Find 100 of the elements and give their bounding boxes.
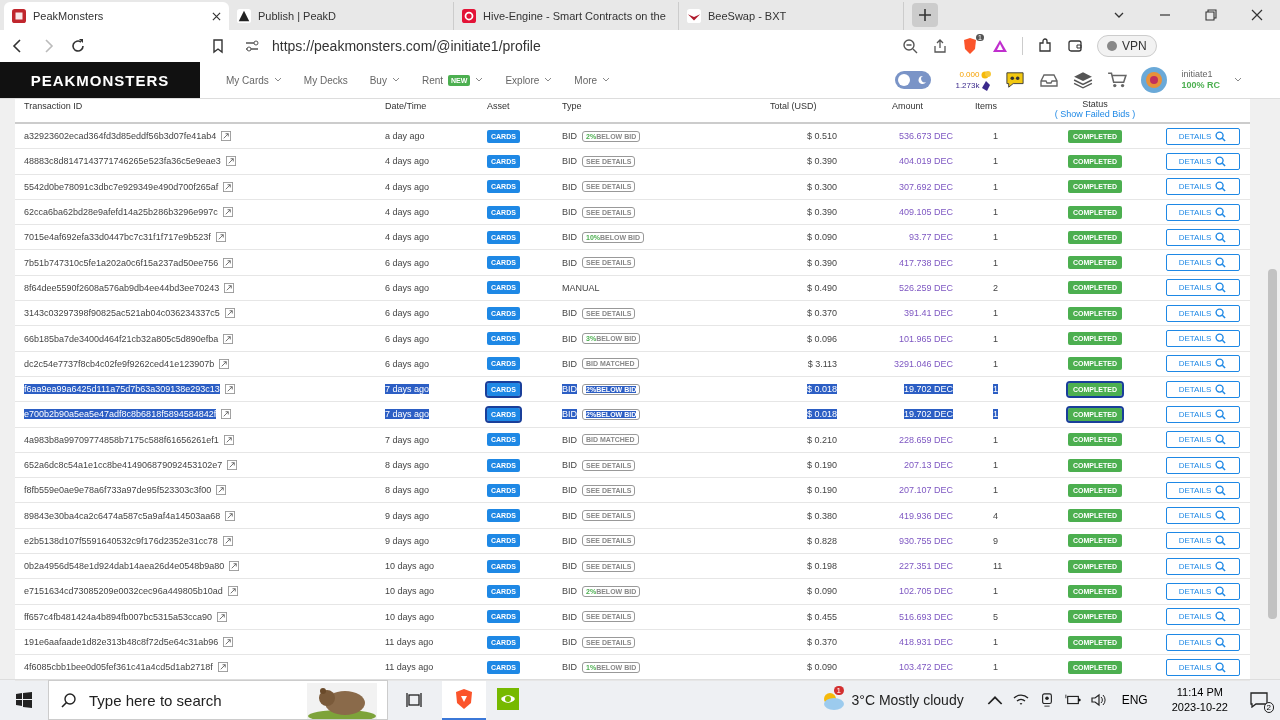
type-cell: BID	[562, 181, 577, 192]
items-cell: 1	[993, 358, 998, 369]
details-button[interactable]: DETAILS	[1165, 279, 1240, 297]
details-button[interactable]: DETAILS	[1165, 152, 1240, 170]
external-link-icon[interactable]	[221, 409, 232, 420]
site-settings-icon[interactable]	[244, 38, 260, 54]
external-link-icon[interactable]	[227, 586, 238, 597]
show-failed-bids-link[interactable]: ( Show Failed Bids )	[1054, 109, 1136, 119]
column-header: Date/Time	[385, 101, 428, 111]
external-link-icon[interactable]	[222, 535, 233, 546]
nav-menu-item[interactable]: My Decks	[303, 74, 348, 86]
battery-icon[interactable]	[1064, 693, 1081, 707]
speaker-icon[interactable]	[1090, 693, 1107, 707]
details-button[interactable]: DETAILS	[1165, 658, 1240, 676]
close-icon[interactable]	[1251, 9, 1263, 21]
transaction-id: 3143c03297398f90825ac521ab04c036234337c5	[24, 308, 220, 319]
chat-bubble-icon[interactable]	[1005, 71, 1026, 89]
amount-cell: 227.351 DEC	[898, 561, 953, 572]
extensions-icon[interactable]	[1037, 38, 1053, 54]
items-cell: 1	[993, 662, 998, 673]
external-link-icon[interactable]	[224, 282, 235, 293]
inbox-icon[interactable]	[1039, 71, 1060, 89]
taskbar-search-field[interactable]: Type here to search	[87, 690, 291, 710]
browser-tab[interactable]: PeakMonsters	[4, 2, 229, 30]
amount-cell: 930.755 DEC	[898, 535, 953, 546]
external-link-icon[interactable]	[225, 510, 236, 521]
reload-icon[interactable]	[70, 38, 86, 54]
details-button[interactable]: DETAILS	[1165, 304, 1240, 322]
username[interactable]: initiate1	[1181, 69, 1220, 80]
close-icon[interactable]	[212, 11, 221, 21]
external-link-icon[interactable]	[224, 384, 235, 395]
bookmark-icon[interactable]	[210, 38, 226, 54]
avatar-icon[interactable]	[1141, 67, 1168, 93]
details-button[interactable]: DETAILS	[1165, 431, 1240, 449]
external-link-icon[interactable]	[219, 358, 230, 369]
date-cell: 6 days ago	[385, 358, 430, 369]
items-cell: 11	[993, 561, 1003, 572]
language-indicator[interactable]: ENG	[1121, 693, 1148, 707]
external-link-icon[interactable]	[225, 156, 236, 167]
wallet-icon[interactable]	[1067, 38, 1083, 54]
cart-icon[interactable]	[1107, 71, 1128, 89]
notifications-icon[interactable]	[1250, 692, 1268, 708]
restore-icon[interactable]	[1205, 9, 1217, 21]
brave-taskbar-icon[interactable]	[442, 680, 486, 720]
details-button[interactable]: DETAILS	[1165, 456, 1240, 474]
external-link-icon[interactable]	[223, 333, 234, 344]
brave-shields-icon[interactable]	[962, 37, 978, 55]
site-icon	[462, 9, 476, 23]
details-button[interactable]: DETAILS	[1165, 178, 1240, 196]
external-link-icon[interactable]	[223, 257, 234, 268]
date-cell: 4 days ago	[385, 232, 430, 243]
clock-time[interactable]: 11:14 PM	[1176, 685, 1223, 700]
wifi-icon[interactable]	[1012, 693, 1029, 707]
theme-toggle[interactable]	[895, 71, 932, 89]
nav-menu-item[interactable]: Buy	[369, 74, 400, 86]
share-icon[interactable]	[932, 38, 948, 54]
details-button[interactable]: DETAILS	[1165, 507, 1240, 525]
weather-text[interactable]: 3°C Mostly cloudy	[851, 692, 964, 708]
zoom-out-icon[interactable]	[902, 38, 918, 54]
details-button[interactable]: DETAILS	[1165, 355, 1240, 373]
details-button[interactable]: DETAILS	[1165, 254, 1240, 272]
clock-date[interactable]: 2023-10-22	[1171, 700, 1228, 715]
external-link-icon[interactable]	[222, 207, 233, 218]
details-button[interactable]: DETAILS	[1165, 203, 1240, 221]
nav-menu-item[interactable]: More	[574, 74, 611, 86]
details-button[interactable]: DETAILS	[1165, 583, 1240, 600]
external-link-icon[interactable]	[223, 181, 234, 192]
external-link-icon[interactable]	[217, 611, 227, 622]
vpn-button[interactable]: VPN	[1097, 35, 1157, 57]
external-link-icon[interactable]	[221, 131, 232, 142]
search-icon	[61, 692, 77, 708]
details-button[interactable]: DETAILS	[1165, 481, 1240, 499]
details-button[interactable]: DETAILS	[1165, 608, 1240, 626]
details-button[interactable]: DETAILS	[1165, 127, 1240, 145]
nav-menu-item[interactable]: Explore	[505, 74, 553, 86]
search-icon	[1215, 307, 1227, 319]
details-button[interactable]: DETAILS	[1165, 228, 1240, 246]
external-link-icon[interactable]	[229, 561, 240, 572]
caret-icon[interactable]	[1234, 77, 1242, 83]
details-button[interactable]: DETAILS	[1165, 405, 1240, 423]
triangle-icon[interactable]	[992, 38, 1008, 54]
external-link-icon[interactable]	[215, 232, 226, 243]
external-link-icon[interactable]	[216, 485, 227, 496]
external-link-icon[interactable]	[223, 637, 234, 648]
peakmonsters-logo[interactable]: PEAKMONSTERS	[0, 62, 200, 98]
details-button[interactable]: DETAILS	[1165, 532, 1240, 550]
details-button[interactable]: DETAILS	[1165, 330, 1240, 347]
taskbar-search-box[interactable]: Type here to search	[48, 680, 388, 720]
layers-icon[interactable]	[1073, 71, 1094, 89]
task-view-icon[interactable]	[406, 692, 424, 708]
details-button[interactable]: DETAILS	[1165, 380, 1240, 398]
details-button[interactable]: DETAILS	[1165, 633, 1240, 651]
windows-start-icon[interactable]	[16, 692, 32, 708]
external-link-icon[interactable]	[223, 434, 234, 445]
external-link-icon[interactable]	[224, 308, 235, 319]
external-link-icon[interactable]	[227, 460, 238, 470]
details-button[interactable]: DETAILS	[1165, 557, 1240, 575]
new-tab-button[interactable]	[912, 3, 938, 27]
nav-menu-item[interactable]: My Cards	[226, 74, 282, 86]
external-link-icon[interactable]	[217, 662, 228, 673]
